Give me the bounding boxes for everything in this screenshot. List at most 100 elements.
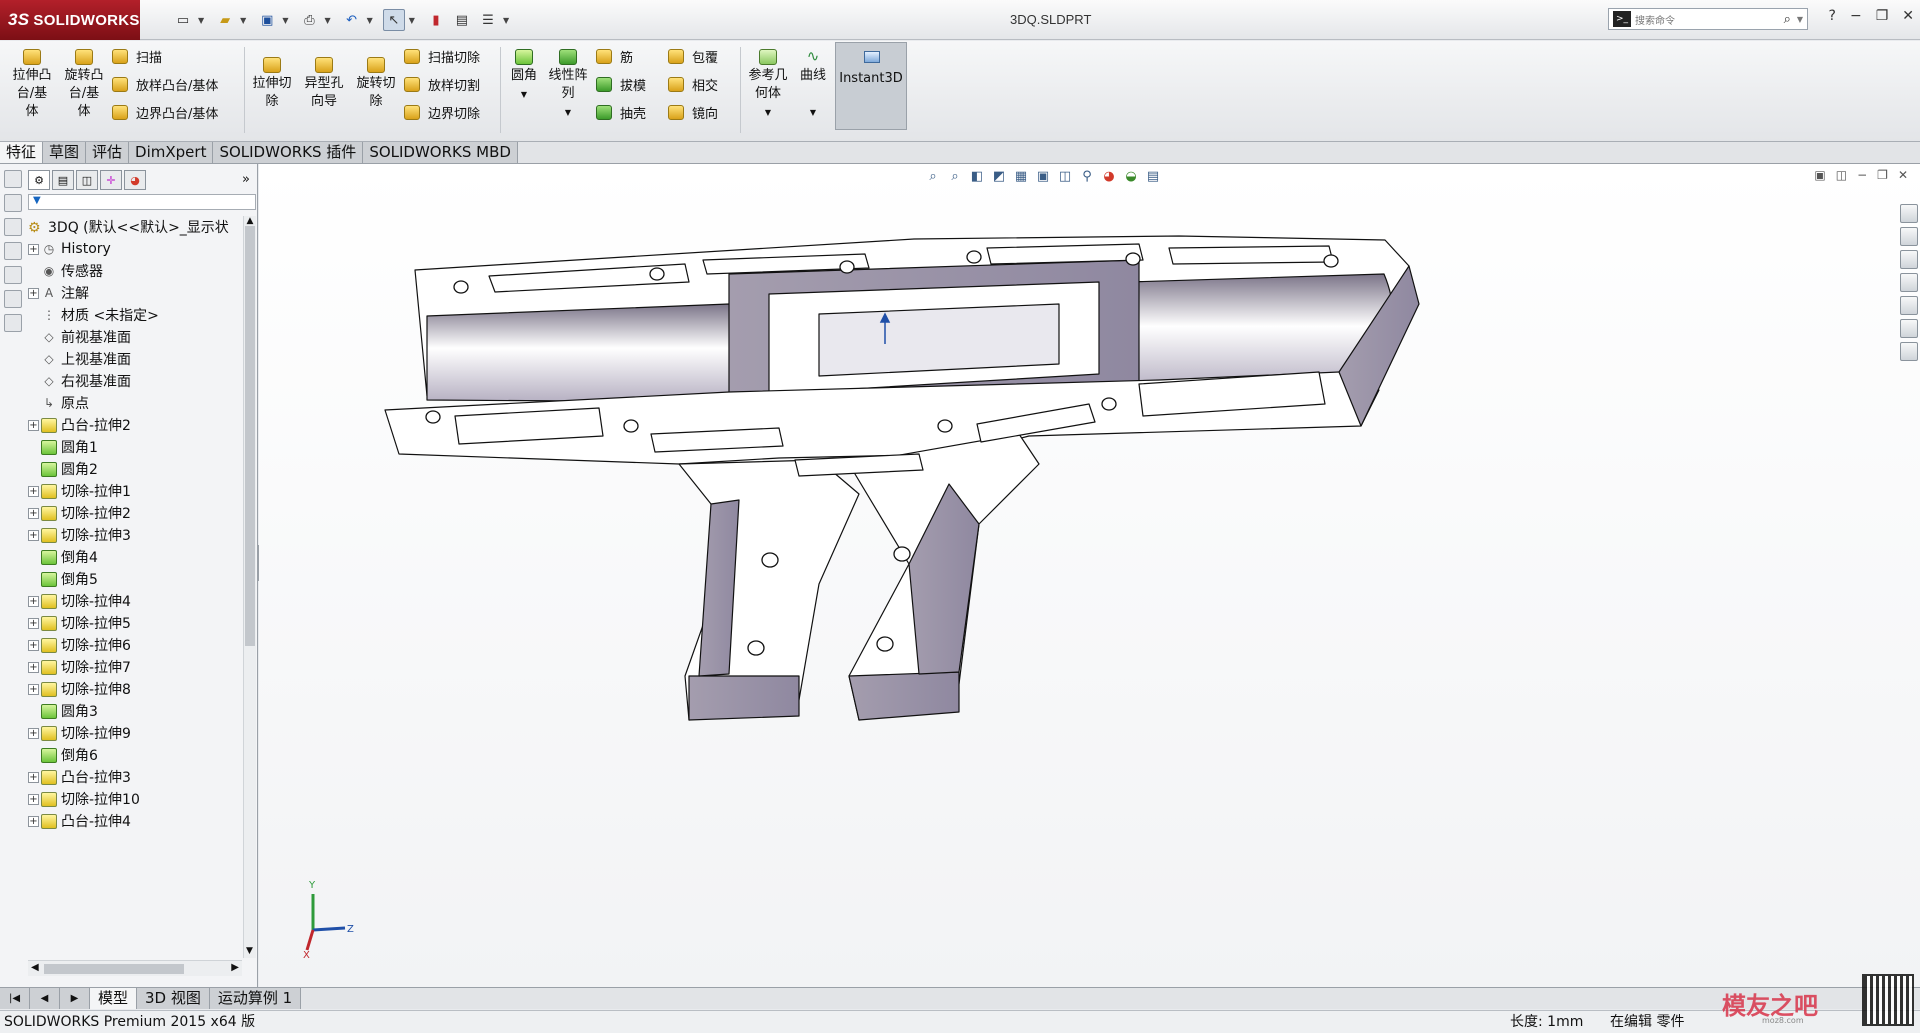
tree-item[interactable]: 圆角1 [28, 436, 242, 458]
command-search-input[interactable]: >_ 搜索命令 ⌕ ▼ [1608, 8, 1808, 30]
swept-cut-button[interactable]: 扫描切除 [404, 46, 480, 66]
rib-button[interactable]: 筋 [596, 46, 633, 66]
tab-evaluate[interactable]: 评估 [86, 142, 130, 163]
restore-button[interactable]: ❐ [1876, 8, 1889, 24]
tree-item[interactable]: + 凸台-拉伸2 [28, 414, 242, 436]
tree-item[interactable]: ◇ 右视基准面 [28, 370, 242, 392]
tab-features[interactable]: 特征 [0, 142, 44, 163]
expand-toggle-icon[interactable]: + [28, 793, 39, 805]
sweep-button[interactable]: 扫描 [112, 46, 162, 66]
chevron-down-icon[interactable]: ▼ [810, 108, 816, 117]
scroll-up-icon[interactable]: ▲ [244, 216, 256, 226]
scroll-thumb[interactable] [44, 964, 184, 974]
tree-item[interactable]: + ◷ History [28, 238, 242, 260]
expand-toggle-icon[interactable]: + [28, 683, 39, 695]
tab-sketch[interactable]: 草图 [43, 142, 87, 163]
tree-item[interactable]: 圆角3 [28, 700, 242, 722]
tree-item[interactable]: + A 注解 [28, 282, 242, 304]
expand-toggle-icon[interactable]: + [28, 639, 39, 651]
tab-nav-prev-icon[interactable]: ◀ [30, 988, 60, 1009]
expand-toggle-icon[interactable]: + [28, 815, 39, 827]
tree-item[interactable]: +凸台-拉伸5 [28, 832, 242, 836]
feature-tool-icon[interactable] [4, 218, 22, 236]
close-button[interactable]: ✕ [1902, 8, 1914, 24]
tab-3d-view[interactable]: 3D 视图 [137, 988, 210, 1009]
tree-item[interactable]: ◇ 前视基准面 [28, 326, 242, 348]
tree-item[interactable]: 圆角2 [28, 458, 242, 480]
solidworks-logo[interactable]: 3S SOLIDWORKS [0, 0, 140, 40]
boundary-cut-button[interactable]: 边界切除 [404, 102, 480, 122]
lofted-cut-button[interactable]: 放样切割 [404, 74, 480, 94]
fillet-button[interactable]: 圆角 ▼ [506, 49, 542, 104]
display-manager-tab-icon[interactable]: ◕ [124, 170, 146, 190]
tree-item[interactable]: + 凸台-拉伸4 [28, 810, 242, 832]
tree-item[interactable]: + 切除-拉伸7 [28, 656, 242, 678]
tab-model[interactable]: 模型 [90, 988, 138, 1009]
expand-toggle-icon[interactable]: + [28, 661, 39, 673]
unit-indicator[interactable]: 长度: 1mm [1510, 1011, 1583, 1033]
mirror-button[interactable]: 镜向 [668, 102, 718, 122]
tab-addins[interactable]: SOLIDWORKS 插件 [213, 142, 364, 163]
rebuild-icon[interactable]: ▮ [425, 9, 447, 31]
expand-toggle-icon[interactable]: + [28, 243, 39, 255]
tree-horizontal-scrollbar[interactable]: ◀ ▶ [28, 960, 242, 976]
tree-item[interactable]: + 切除-拉伸8 [28, 678, 242, 700]
tab-nav-first-icon[interactable]: |◀ [0, 988, 30, 1009]
linear-pattern-button[interactable]: 线性阵列 ▼ [546, 49, 590, 122]
tree-item[interactable]: + 切除-拉伸6 [28, 634, 242, 656]
expand-toggle-icon[interactable]: + [28, 485, 39, 497]
graphics-area[interactable]: ⌕ ⌕ ◧ ◩ ▦ ▣ ◫ ⚲ ◕ ◒ ▤ ▣ ◫ − ❐ ✕ Y Z X [259, 164, 1920, 987]
tree-item[interactable]: ◇ 上视基准面 [28, 348, 242, 370]
expand-panel-icon[interactable]: » [242, 172, 250, 187]
view-tool-icon[interactable] [4, 314, 22, 332]
intersect-button[interactable]: 相交 [668, 74, 718, 94]
expand-toggle-icon[interactable]: + [28, 727, 39, 739]
undo-icon[interactable]: ↶ [341, 9, 363, 31]
property-manager-tab-icon[interactable]: ▤ [52, 170, 74, 190]
tab-nav-next-icon[interactable]: ▶ [60, 988, 90, 1009]
tree-item[interactable]: 倒角4 [28, 546, 242, 568]
tab-motion-study[interactable]: 运动算例 1 [209, 988, 302, 1009]
tree-filter-icon[interactable]: ▼ [28, 194, 256, 210]
tree-item[interactable]: + 切除-拉伸5 [28, 612, 242, 634]
scroll-left-icon[interactable]: ◀ [31, 962, 39, 973]
reference-tool-icon[interactable] [4, 242, 22, 260]
expand-toggle-icon[interactable]: + [28, 529, 39, 541]
chevron-down-icon[interactable]: ▼ [521, 90, 527, 99]
expand-toggle-icon[interactable]: + [28, 287, 39, 299]
hole-wizard-button[interactable]: 异型孔 向导 [300, 57, 348, 111]
feature-tree-tab-icon[interactable]: ⚙ [28, 170, 50, 190]
tree-vertical-scrollbar[interactable]: ▲ ▼ [243, 216, 256, 958]
expand-toggle-icon[interactable]: + [28, 771, 39, 783]
tree-item[interactable]: 倒角6 [28, 744, 242, 766]
tree-root[interactable]: ⚙ 3DQ (默认<<默认>_显示状 [28, 216, 242, 238]
tree-item[interactable]: + 切除-拉伸4 [28, 590, 242, 612]
help-icon[interactable]: ? [1829, 8, 1836, 24]
expand-toggle-icon[interactable]: + [28, 595, 39, 607]
search-icon[interactable]: ⌕ [1784, 12, 1791, 27]
part-model[interactable] [259, 164, 1920, 987]
shell-button[interactable]: 抽壳 [596, 102, 646, 122]
measure-tool-icon[interactable] [4, 266, 22, 284]
configuration-manager-tab-icon[interactable]: ◫ [76, 170, 98, 190]
reference-geometry-button[interactable]: 参考几 何体 ▼ [744, 49, 792, 122]
expand-toggle-icon[interactable]: + [28, 617, 39, 629]
scroll-thumb[interactable] [245, 226, 255, 646]
new-doc-icon[interactable]: ▭ [172, 9, 194, 31]
revolve-boss-button[interactable]: 旋转凸 台/基体 [60, 49, 108, 121]
chevron-down-icon[interactable]: ▼ [1797, 15, 1803, 24]
options-icon[interactable]: ☰ [477, 9, 499, 31]
chevron-down-icon[interactable]: ▼ [765, 108, 771, 117]
save-icon[interactable]: ▣ [256, 9, 278, 31]
tree-item[interactable]: + 切除-拉伸10 [28, 788, 242, 810]
boundary-boss-button[interactable]: 边界凸台/基体 [112, 102, 218, 122]
tree-item[interactable]: ◉ 传感器 [28, 260, 242, 282]
extrude-cut-button[interactable]: 拉伸切除 [248, 57, 296, 111]
smart-dimension-icon[interactable] [4, 194, 22, 212]
open-icon[interactable]: ▰ [214, 9, 236, 31]
print-icon[interactable]: ⎙ [298, 9, 320, 31]
tree-item[interactable]: + 切除-拉伸1 [28, 480, 242, 502]
tree-item[interactable]: + 切除-拉伸3 [28, 524, 242, 546]
loft-boss-button[interactable]: 放样凸台/基体 [112, 74, 218, 94]
dimxpert-tab-icon[interactable]: ✛ [100, 170, 122, 190]
